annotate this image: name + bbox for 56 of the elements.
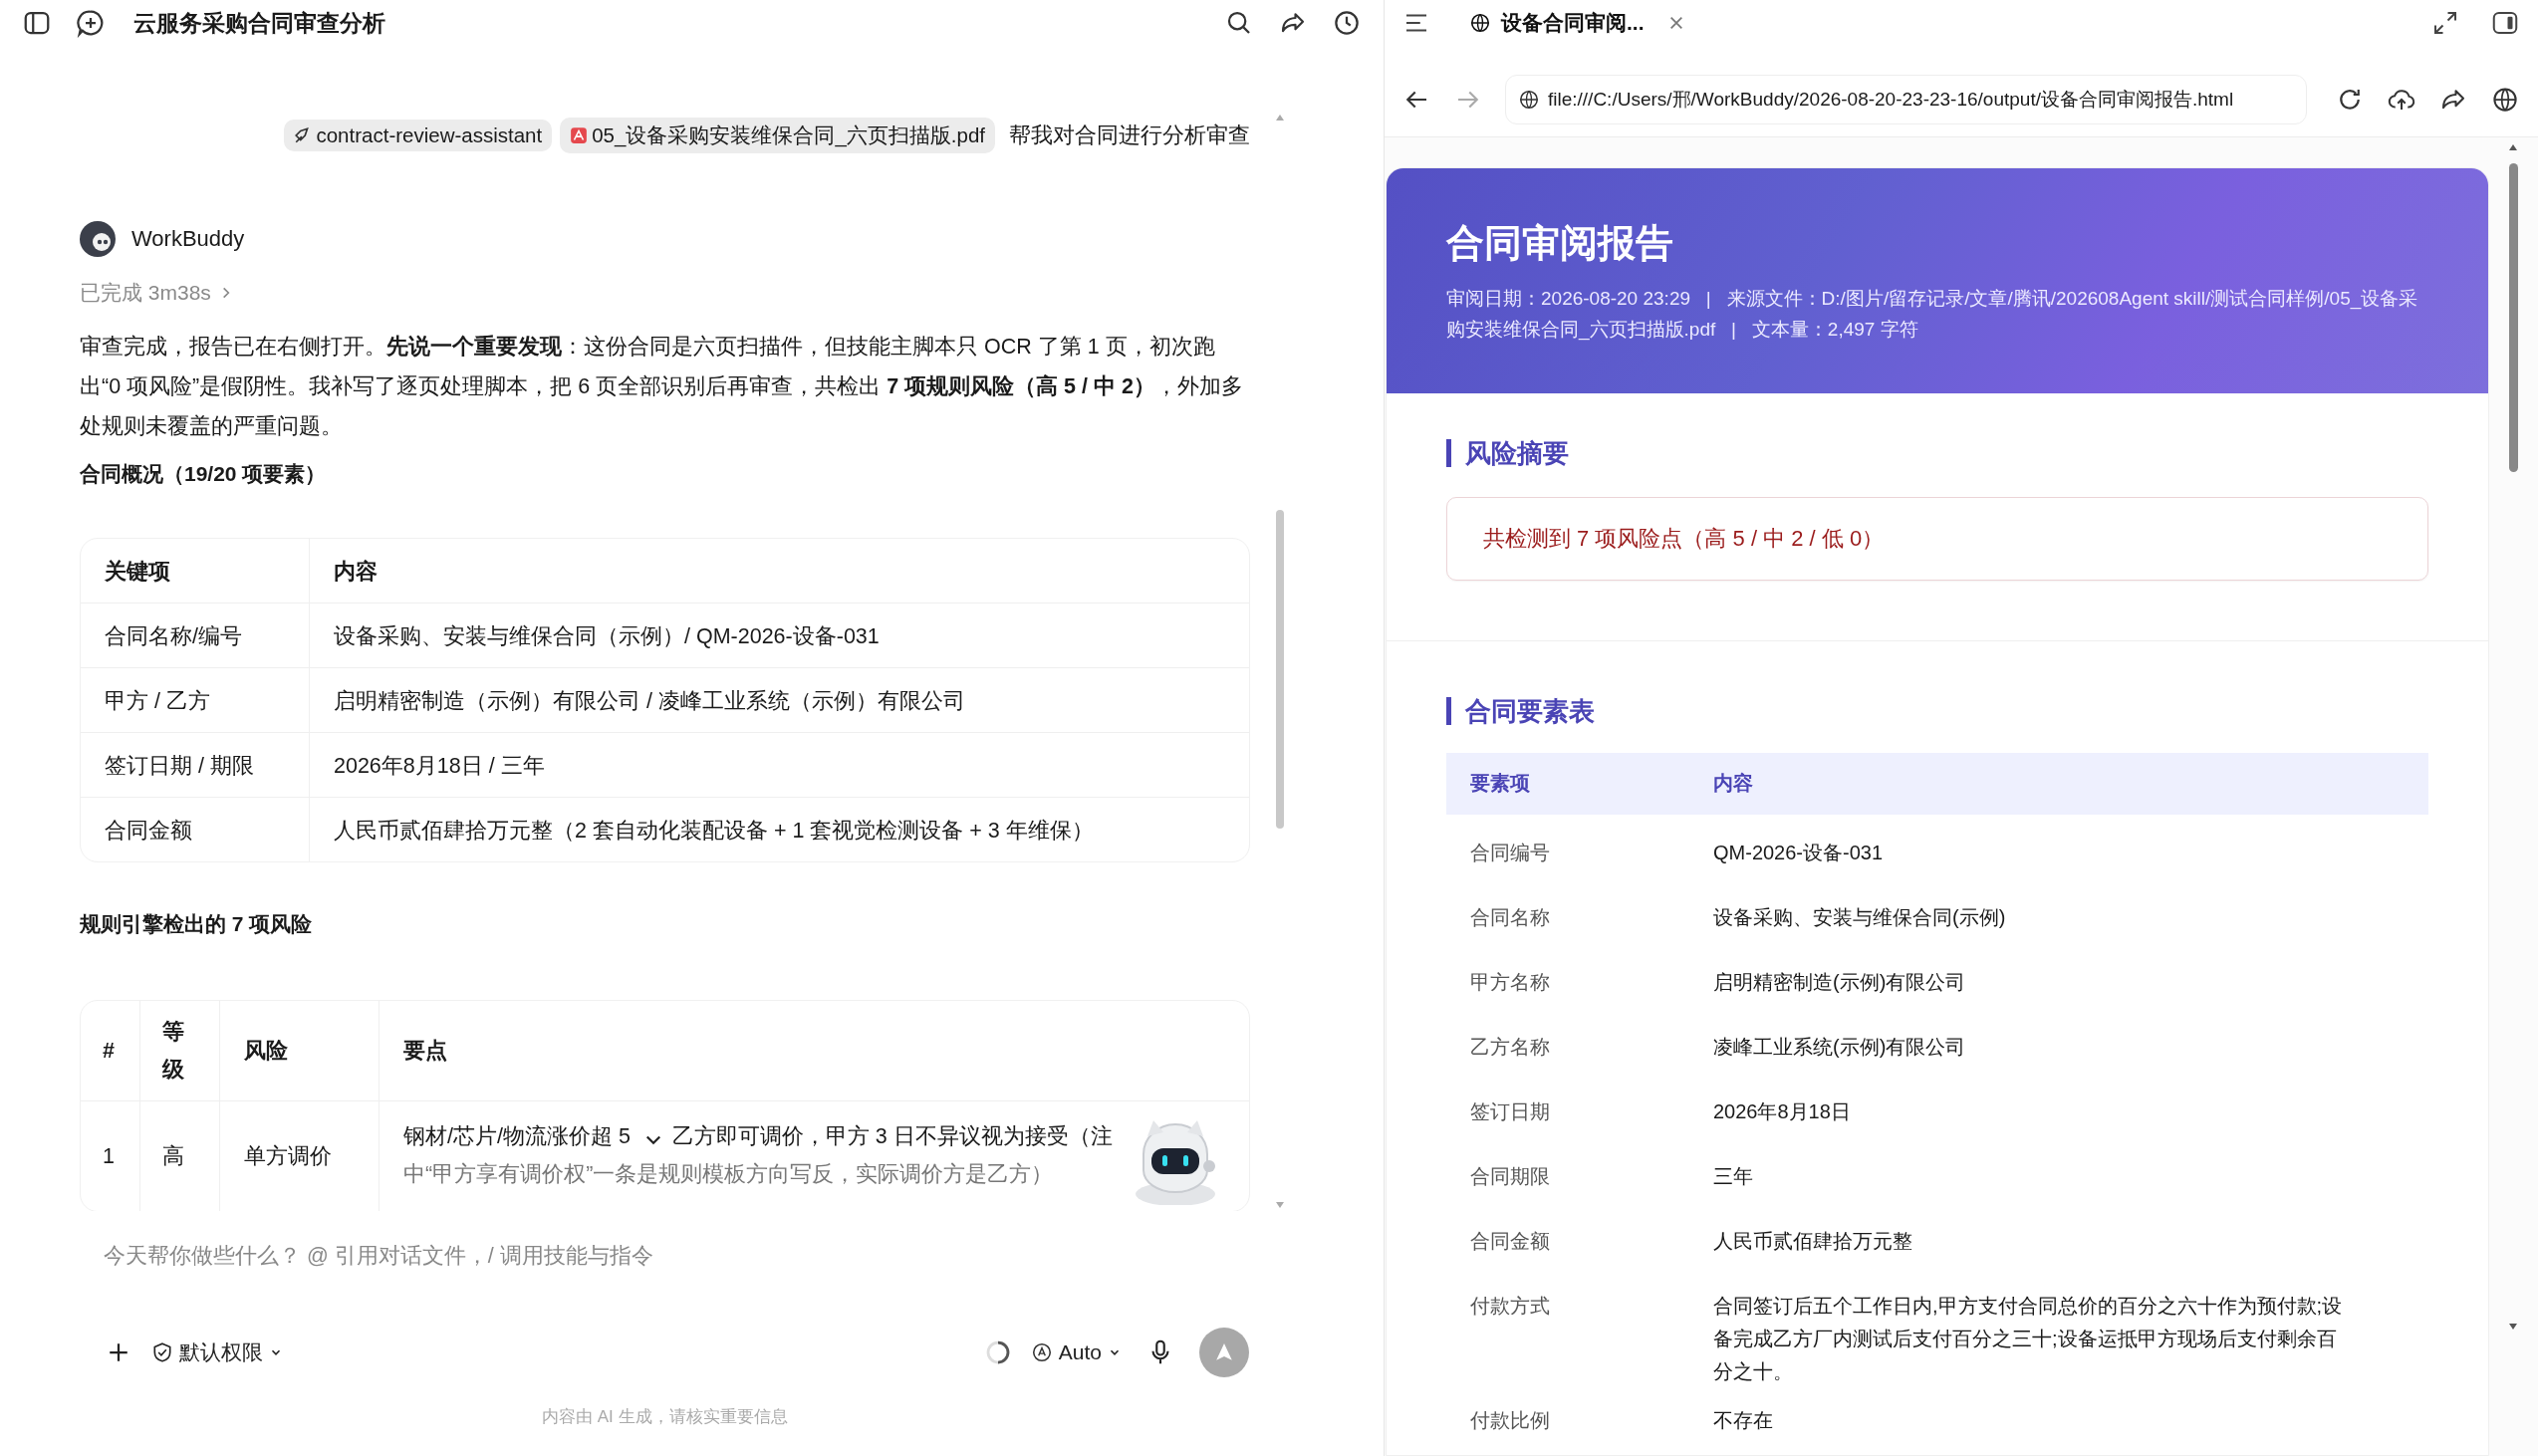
- table-cell-text: 合同期限: [1469, 1164, 1551, 1189]
- table-cell-text: 钢材/芯片/物流涨价超 5: [403, 1123, 631, 1150]
- column-header: 内容: [1712, 771, 1754, 796]
- table-cell-text: 付款比例: [1469, 1408, 1551, 1433]
- browser-tab[interactable]: 设备合同审阅...: [1469, 9, 1645, 37]
- table-cell-text: 人民币贰佰肆拾万元整: [1712, 1229, 1913, 1254]
- section-heading: 合同要素表: [1446, 697, 2428, 725]
- column-header: 内容: [333, 558, 379, 586]
- report-meta: 审阅日期：2026-08-20 23:29 | 来源文件：D:/图片/留存记录/文章/腾讯/202608Agent skill/测试合同样例/05_设备采购安装维保合同_六页扫描版.pdf | 文本量：2,497 字符: [1446, 287, 2419, 343]
- table-cell: 合同金额: [81, 798, 310, 861]
- table-cell-text: 付款方式: [1469, 1294, 1551, 1319]
- column-header: 风险: [220, 1001, 380, 1100]
- table-cell-text: 三年: [1712, 1164, 1754, 1189]
- table-cell-text: 设备采购、安装与维保合同（示例）/ QM-2026-设备-031: [333, 622, 881, 650]
- column-header: 关键项: [81, 539, 310, 603]
- table-cell-text: 启明精密制造（示例）有限公司 / 凌峰工业系统（示例）有限公司: [333, 687, 966, 715]
- permission-dropdown[interactable]: 默认权限: [151, 1338, 283, 1366]
- section-heading: 风险摘要: [1446, 439, 2428, 467]
- file-chip[interactable]: 05_设备采购安装维保合同_六页扫描版.pdf: [560, 118, 995, 153]
- address-bar[interactable]: file:///C:/Users/邢/WorkBuddy/2026-08-20-23-23-16/output/设备合同审阅报告.html: [1505, 74, 2307, 124]
- table-cell-text: 中“甲方享有调价权”一条是规则模板方向写反，实际调价方是乙方）: [403, 1161, 1054, 1188]
- column-header: 等级: [140, 1001, 220, 1100]
- table-cell-text: 乙方名称: [1469, 1035, 1551, 1060]
- skill-chip[interactable]: contract-review-assistant: [284, 120, 553, 151]
- table-cell-text: 甲方名称: [1469, 970, 1551, 995]
- table-cell: 签订日期 / 期限: [81, 733, 310, 797]
- table-cell-text: 2026年8月18日: [1712, 1099, 1852, 1124]
- model-dropdown[interactable]: Auto: [1030, 1340, 1122, 1364]
- table-cell-text: 不存在: [1712, 1408, 1774, 1433]
- table-cell-text: 乙方即可调价，甲方 3 日不异议视为接受（注: [671, 1123, 1113, 1150]
- table-cell-text: 签订日期: [1469, 1099, 1551, 1124]
- message-input[interactable]: 今天帮你做些什么？ @ 引用对话文件，/ 调用技能与指令: [104, 1241, 1384, 1270]
- table-cell-text: 2026年8月18日 / 三年: [333, 752, 546, 780]
- user-message: 帮我对合同进行分析审查: [1009, 121, 1250, 149]
- assistant-name: WorkBuddy: [131, 226, 245, 252]
- report-title: 合同审阅报告: [1446, 221, 1674, 266]
- section-heading: 合同概况（19/20 项要素）: [80, 461, 328, 487]
- chat-title: 云服务采购合同审查分析: [133, 8, 385, 38]
- column-header: #: [81, 1001, 140, 1100]
- disclaimer-text: 内容由 AI 生成，请核实重要信息: [542, 1406, 789, 1428]
- table-cell: 合同名称/编号: [81, 604, 310, 667]
- assistant-paragraph: 审查完成，报告已在右侧打开。先说一个重要发现：这份合同是六页扫描件，但技能主脚本只 OCR 了第 1 页，初次跑出“0 项风险”是假阴性。我补写了逐页处理脚本，把 6 页全部识别后再审查，共检出 7 项规则风险（高 5 / 中 2），外加多处规则未覆盖的严重问题。: [80, 334, 1244, 440]
- table-cell-text: 凌峰工业系统(示例)有限公司: [1712, 1035, 1967, 1060]
- table-cell-text: QM-2026-设备-031: [1712, 841, 1885, 865]
- table-cell-text: 启明精密制造(示例)有限公司: [1712, 970, 1967, 995]
- section-heading: 规则引擎检出的 7 项风险: [80, 911, 314, 937]
- table-cell-text: 设备采购、安装与维保合同(示例): [1712, 905, 2007, 930]
- table-cell-text: 人民币贰佰肆拾万元整（2 套自动化装配设备 + 1 套视觉检测设备 + 3 年维保）: [333, 817, 1095, 845]
- table-cell-text: 合同名称: [1469, 905, 1551, 930]
- column-header: 要点: [402, 1038, 448, 1065]
- risk-summary: 共检测到 7 项风险点（高 5 / 中 2 / 低 0）: [1446, 497, 2428, 581]
- table-cell-text: 合同编号: [1469, 841, 1551, 865]
- table-cell: 甲方 / 乙方: [81, 668, 310, 732]
- table-cell-text: 合同签订后五个工作日内,甲方支付合同总价的百分之六十作为预付款;设备完成乙方厂内测试后支付百分之三十;设备运抵甲方现场后支付剩余百分之十。: [1712, 1294, 2344, 1384]
- column-header: 要素项: [1469, 771, 1531, 796]
- table-cell-text: 合同金额: [1469, 1229, 1551, 1254]
